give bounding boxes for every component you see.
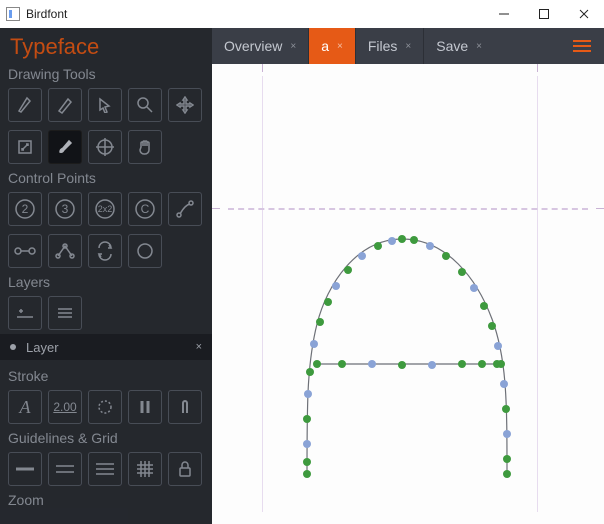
zoom-tool[interactable] (128, 88, 162, 122)
guide-three-lines[interactable] (88, 452, 122, 486)
close-icon[interactable]: × (405, 41, 411, 52)
glyph-path[interactable] (272, 204, 532, 509)
content-area: Overview× a× Files× Save× (212, 28, 604, 524)
tab-save[interactable]: Save× (423, 28, 494, 64)
add-layer[interactable] (8, 296, 42, 330)
layer-name: Layer (26, 340, 59, 355)
guide-lock[interactable] (168, 452, 202, 486)
stroke-cap-square[interactable] (168, 390, 202, 424)
cp-linear[interactable] (8, 234, 42, 268)
cp-cubic[interactable]: 3 (48, 192, 82, 226)
stroke-toggle[interactable]: A (8, 390, 42, 424)
maximize-button[interactable] (524, 0, 564, 28)
pointer-tool[interactable] (88, 88, 122, 122)
pencil-tool[interactable] (48, 88, 82, 122)
guide-two-lines[interactable] (48, 452, 82, 486)
layer-row[interactable]: Layer × (0, 334, 212, 360)
window-title: Birdfont (26, 7, 67, 21)
close-button[interactable] (564, 0, 604, 28)
titlebar: Birdfont (0, 0, 604, 28)
layer-visibility-dot[interactable] (10, 344, 16, 350)
cp-circle[interactable] (128, 234, 162, 268)
close-icon[interactable]: × (290, 41, 296, 52)
stroke-cap-round[interactable] (88, 390, 122, 424)
guide-grid[interactable] (128, 452, 162, 486)
cp-convert[interactable]: C (128, 192, 162, 226)
stroke-width-field[interactable]: 2.00 (48, 390, 82, 424)
layer-list[interactable] (48, 296, 82, 330)
resize-tool[interactable] (8, 130, 42, 164)
cp-quadratic[interactable]: 2 (8, 192, 42, 226)
move-tool[interactable] (168, 88, 202, 122)
target-tool[interactable] (88, 130, 122, 164)
tab-bar: Overview× a× Files× Save× (212, 28, 604, 64)
section-control-points: Control Points (0, 168, 212, 188)
app-icon (6, 7, 20, 21)
menu-button[interactable] (560, 28, 604, 64)
sidebar: Typeface Drawing Tools Control Points 2 … (0, 28, 212, 524)
stroke-cap-butt[interactable] (128, 390, 162, 424)
tab-glyph-a[interactable]: a× (308, 28, 355, 64)
glyph-canvas[interactable] (212, 64, 604, 524)
section-guidelines: Guidelines & Grid (0, 428, 212, 448)
section-drawing-tools: Drawing Tools (0, 64, 212, 84)
section-stroke: Stroke (0, 366, 212, 386)
close-icon[interactable]: × (476, 41, 482, 52)
brand-title: Typeface (0, 28, 212, 64)
minimize-button[interactable] (484, 0, 524, 28)
cp-symmetric[interactable] (48, 234, 82, 268)
brush-tool[interactable] (48, 130, 82, 164)
section-zoom: Zoom (0, 490, 212, 510)
tab-files[interactable]: Files× (355, 28, 423, 64)
guide-baseline[interactable] (8, 452, 42, 486)
guide-vertical (262, 76, 263, 512)
close-icon[interactable]: × (337, 41, 343, 52)
layer-close-icon[interactable]: × (196, 341, 202, 353)
pen-tool[interactable] (8, 88, 42, 122)
section-layers: Layers (0, 272, 212, 292)
cp-double[interactable]: 2x2 (88, 192, 122, 226)
guide-vertical (537, 76, 538, 512)
hand-tool[interactable] (128, 130, 162, 164)
cp-path[interactable] (168, 192, 202, 226)
tab-overview[interactable]: Overview× (212, 28, 308, 64)
cp-reverse[interactable] (88, 234, 122, 268)
